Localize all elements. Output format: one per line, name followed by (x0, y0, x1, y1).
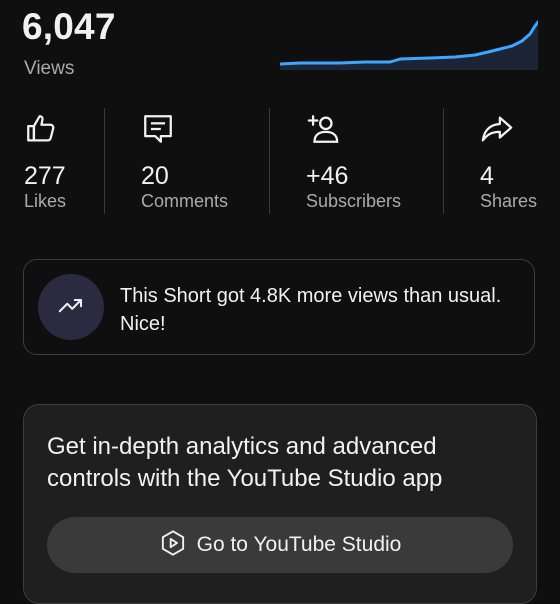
divider (269, 108, 270, 214)
go-to-studio-label: Go to YouTube Studio (196, 533, 402, 556)
studio-promo-title: Get in-depth analytics and advanced cont… (47, 433, 443, 492)
insight-card: This Short got 4.8K more views than usua… (23, 259, 535, 355)
views-value: 6,047 (22, 6, 116, 47)
insight-icon-circle (38, 274, 104, 340)
views-label: Views (24, 58, 75, 79)
likes-count: 277 (24, 162, 66, 190)
views-sparkline (280, 20, 538, 70)
comment-icon (141, 112, 175, 146)
add-person-icon (306, 112, 340, 146)
share-icon (480, 112, 514, 146)
likes-label: Likes (24, 191, 67, 211)
divider (443, 108, 444, 214)
trending-up-icon (56, 290, 86, 325)
go-to-studio-button[interactable]: Go to YouTube Studio (47, 517, 513, 573)
insight-text: This Short got 4.8K more views than usua… (120, 285, 502, 335)
thumbs-up-icon (24, 112, 58, 146)
subscribers-label: Subscribers (306, 191, 402, 211)
comments-label: Comments (141, 191, 229, 211)
shares-count: 4 (480, 162, 494, 190)
shares-label: Shares (480, 191, 538, 211)
studio-promo-card: Get in-depth analytics and advanced cont… (23, 404, 537, 604)
subscribers-count: +46 (306, 162, 349, 190)
comments-count: 20 (141, 162, 169, 190)
youtube-studio-icon (159, 529, 187, 562)
divider (104, 108, 105, 214)
